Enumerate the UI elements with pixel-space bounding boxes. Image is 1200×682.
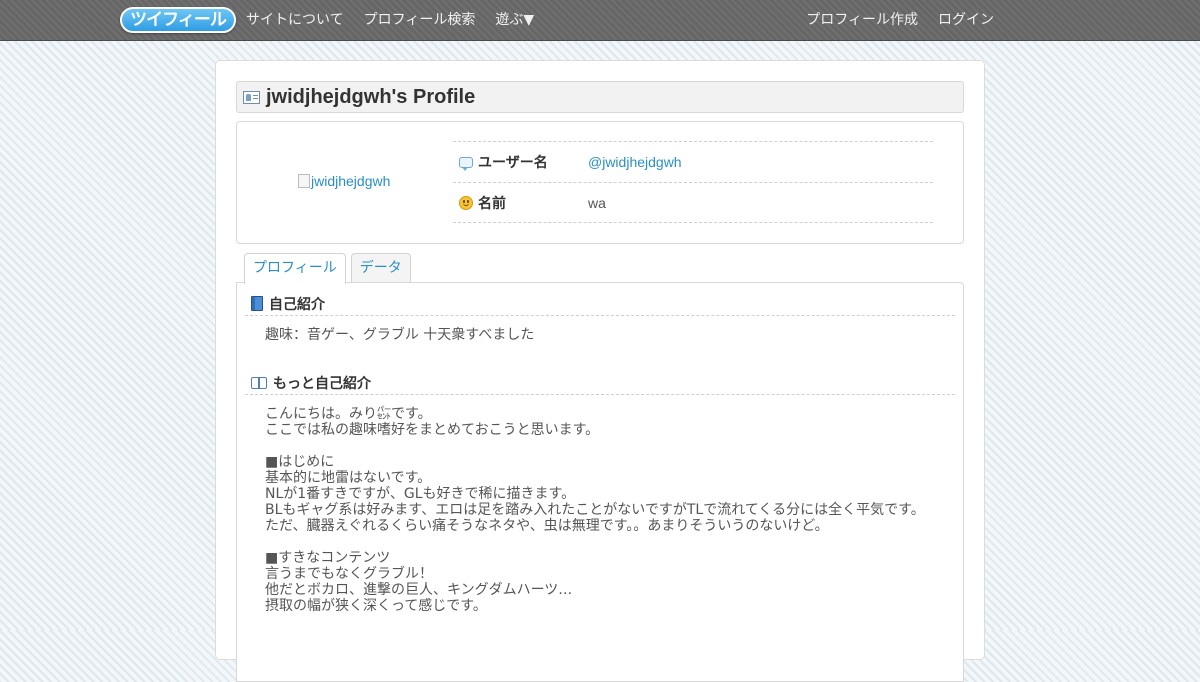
username-label: ユーザー名 (478, 155, 548, 171)
profile-card: jwidjhejdgwh ユーザー名 @jwidjhejdgwh 名前 wa (236, 121, 964, 244)
name-value: wa (588, 194, 606, 211)
nav-right-group: プロフィール作成 ログイン (796, 0, 1004, 41)
nav-left-group: サイトについて プロフィール検索 遊ぶ▼ (236, 0, 544, 41)
logo-text[interactable]: ツイフィール (120, 7, 236, 33)
more-intro-line: ■はじめに (265, 454, 335, 470)
more-intro-line (265, 438, 955, 454)
nav-play-dropdown[interactable]: 遊ぶ▼ (485, 0, 544, 41)
site-logo[interactable]: ツイフィール (120, 5, 236, 35)
more-intro-line: こんにちは。みり㌫です。 (265, 406, 432, 422)
avatar[interactable]: jwidjhejdgwh (298, 173, 390, 189)
more-intro-heading-text: もっと自己紹介 (273, 375, 371, 392)
name-label: 名前 (478, 195, 506, 212)
more-intro-line: 摂取の幅が狭く深くって感じです。 (265, 598, 487, 614)
more-intro-line: ただ、臓器えぐれるくらい痛そうなネタや、虫は無理です。。あまりそういうのないけど… (265, 518, 829, 534)
broken-image-icon (298, 174, 310, 188)
more-intro-line: NLが1番すきですが、GLも好きで稀に描きます。 (265, 486, 576, 502)
profile-tabs: プロフィール データ (244, 253, 416, 284)
intro-line: 趣味：音ゲー、グラブル 十天衆すべました (265, 327, 535, 343)
nav-create-profile-link[interactable]: プロフィール作成 (796, 0, 928, 41)
username-label-cell: ユーザー名 (453, 152, 588, 172)
name-label-cell: 名前 (453, 193, 588, 213)
more-intro-line: ここでは私の趣味嗜好をまとめておこうと思います。 (265, 422, 600, 438)
tab-panel-profile: 自己紹介 趣味：音ゲー、グラブル 十天衆すべました もっと自己紹介 こんにちは。… (236, 282, 964, 682)
id-card-icon (243, 90, 260, 104)
intro-section-heading: 自己紹介 (245, 292, 955, 316)
nav-about-link[interactable]: サイトについて (236, 0, 354, 41)
info-row-username: ユーザー名 @jwidjhejdgwh (453, 141, 933, 182)
profile-info-table: ユーザー名 @jwidjhejdgwh 名前 wa (453, 141, 933, 223)
username-link[interactable]: @jwidjhejdgwh (588, 154, 682, 170)
more-intro-line: 基本的に地雷はないです。 (265, 470, 432, 486)
nav-login-link[interactable]: ログイン (928, 0, 1004, 41)
more-intro-line (265, 534, 955, 550)
main-container: jwidjhejdgwh's Profile jwidjhejdgwh ユーザー… (215, 60, 985, 682)
speech-bubble-icon (459, 156, 473, 171)
top-navbar: ツイフィール サイトについて プロフィール検索 遊ぶ▼ プロフィール作成 ログイ… (0, 0, 1200, 41)
book-icon (251, 296, 263, 311)
intro-section-body: 趣味：音ゲー、グラブル 十天衆すべました (265, 327, 955, 343)
more-intro-line: ■すきなコンテンツ (265, 550, 391, 566)
info-row-name: 名前 wa (453, 182, 933, 223)
profile-title-bar: jwidjhejdgwh's Profile (236, 81, 964, 113)
smile-icon (459, 195, 473, 210)
more-intro-section-body: こんにちは。みり㌫です。 ここでは私の趣味嗜好をまとめておこうと思います。 ■は… (265, 406, 955, 614)
tab-profile[interactable]: プロフィール (244, 253, 346, 284)
more-intro-line: 他だとボカロ、進撃の巨人、キングダムハーツ… (265, 582, 573, 598)
more-intro-section-heading: もっと自己紹介 (245, 371, 955, 395)
intro-heading-text: 自己紹介 (269, 296, 325, 313)
tab-data[interactable]: データ (350, 253, 411, 283)
more-intro-line: BLもギャグ系は好みます、エロは足を踏み入れたことがないですがTLで流れてくる分… (265, 502, 925, 518)
nav-profile-search-link[interactable]: プロフィール検索 (354, 0, 486, 41)
more-intro-line: 言うまでもなくグラブル！ (265, 566, 433, 582)
open-book-icon (251, 376, 267, 389)
page-title: jwidjhejdgwh's Profile (266, 85, 476, 108)
avatar-alt-text[interactable]: jwidjhejdgwh (311, 173, 390, 189)
